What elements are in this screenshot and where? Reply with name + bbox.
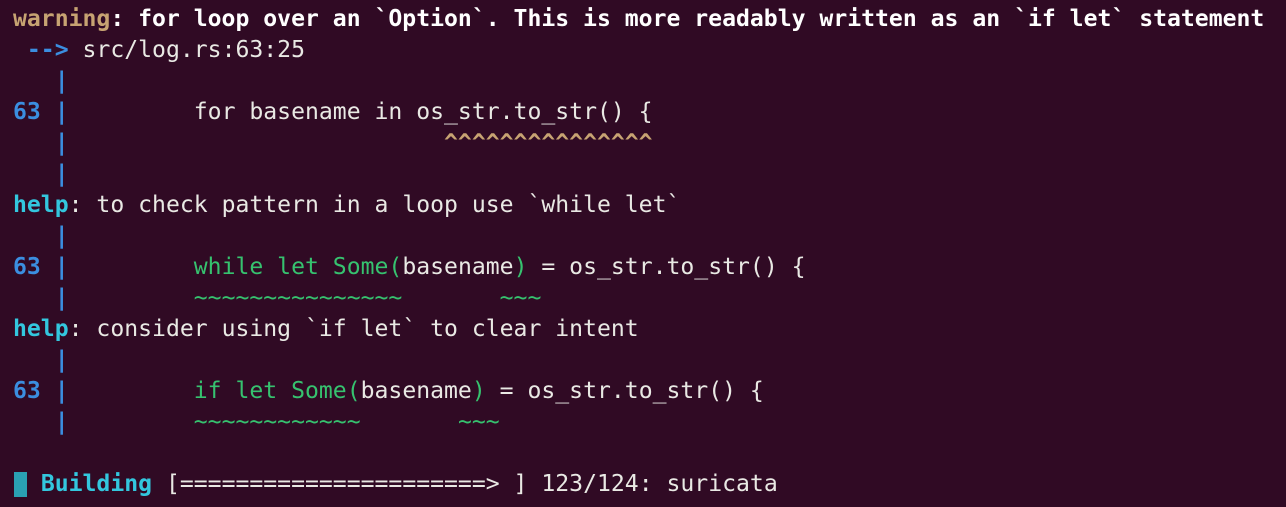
suggestion-paren: )	[471, 378, 486, 404]
suggestion-var: basename	[360, 378, 472, 404]
tilde-gap	[402, 285, 499, 311]
build-crate: : suricata	[638, 471, 778, 497]
help-line-2: help: consider using `if let` to clear i…	[13, 314, 639, 345]
tilde-marker: ~~~~~~~~~~~~	[193, 409, 361, 435]
gutter-bar: |	[54, 161, 69, 187]
line-number: 63	[13, 99, 41, 125]
gutter-bar: |	[54, 254, 69, 280]
help-separator: :	[68, 192, 83, 218]
help-line-1: help: to check pattern in a loop use `wh…	[13, 190, 680, 221]
gutter-bar: |	[54, 99, 69, 125]
gutter-bar: |	[54, 347, 69, 373]
gutter-line: |	[13, 159, 69, 190]
gutter-bar: |	[54, 409, 69, 435]
gutter-line: |	[13, 345, 69, 376]
warning-message: for loop over an `Option`. This is more …	[124, 6, 1265, 32]
location-path: src/log.rs:63:25	[68, 37, 305, 63]
warning-separator: :	[110, 6, 125, 32]
tilde-marker: ~~~~~~~~~~~~~~~	[193, 285, 403, 311]
suggestion-paren: )	[513, 254, 528, 280]
warning-header: warning: for loop over an `Option`. This…	[13, 4, 1264, 35]
tilde-line-1: | ~~~~~~~~~~~~~~~ ~~~	[13, 283, 542, 314]
gutter-bar: |	[54, 378, 69, 404]
caret-line: | ^^^^^^^^^^^^^^^	[13, 128, 653, 159]
tilde-indent	[69, 409, 194, 435]
gutter-bar: |	[54, 223, 69, 249]
tilde-marker: ~~~	[499, 285, 542, 311]
code-line-63: 63 | for basename in os_str.to_str() {	[13, 97, 653, 128]
suggestion-line-1: 63 | while let Some(basename) = os_str.t…	[13, 252, 806, 283]
gutter-bar: |	[54, 285, 69, 311]
progress-bar: [======================> ]	[165, 471, 528, 497]
tilde-line-2: | ~~~~~~~~~~~~ ~~~	[13, 407, 500, 438]
tilde-gap	[361, 409, 458, 435]
suggestion-keyword: while let Some(	[193, 254, 403, 280]
build-status: Building [======================> ] 123/…	[13, 469, 778, 500]
line-number: 63	[13, 378, 41, 404]
progress-counter: 123/124	[541, 471, 639, 497]
warning-label: warning	[13, 6, 111, 32]
code-text: for basename in os_str.to_str() {	[193, 99, 653, 125]
help-separator: :	[68, 316, 83, 342]
gutter-line: |	[13, 221, 69, 252]
suggestion-var: basename	[402, 254, 514, 280]
line-number: 63	[13, 254, 41, 280]
terminal-window[interactable]: warning: for loop over an `Option`. This…	[0, 0, 1286, 507]
help-message: consider using `if let` to clear intent	[82, 316, 639, 342]
warning-location: --> src/log.rs:63:25	[13, 35, 305, 66]
help-label: help	[13, 316, 69, 342]
suggestion-rest: = os_str.to_str() {	[485, 378, 764, 404]
suggestion-line-2: 63 | if let Some(basename) = os_str.to_s…	[13, 376, 764, 407]
location-arrow: -->	[13, 37, 69, 63]
gutter-line: |	[13, 66, 69, 97]
caret-indent	[69, 130, 194, 156]
suggestion-rest: = os_str.to_str() {	[527, 254, 806, 280]
gutter-bar: |	[54, 130, 69, 156]
suggestion-keyword: if let Some(	[193, 378, 361, 404]
gutter-bar: |	[54, 68, 69, 94]
building-label: Building	[40, 471, 153, 497]
help-label: help	[13, 192, 69, 218]
help-message: to check pattern in a loop use `while le…	[82, 192, 681, 218]
caret-marker: ^^^^^^^^^^^^^^^	[444, 130, 653, 156]
tilde-indent	[69, 285, 194, 311]
tilde-marker: ~~~	[457, 409, 500, 435]
caret-pad	[194, 130, 444, 156]
